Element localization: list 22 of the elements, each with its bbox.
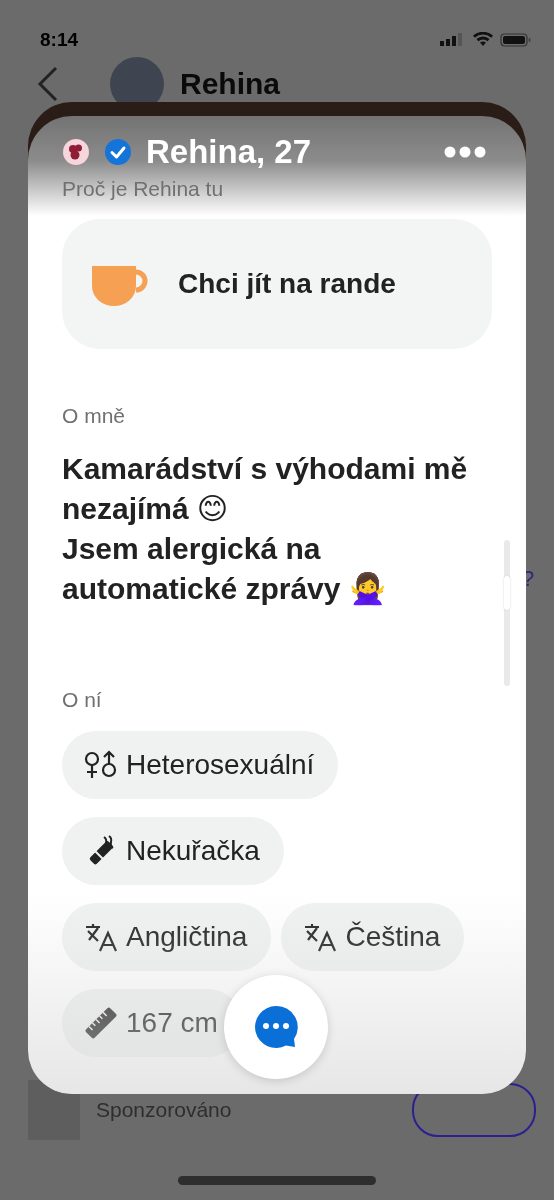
translate-icon xyxy=(303,922,338,952)
translate-icon xyxy=(84,922,118,952)
hearts-icon xyxy=(62,138,90,166)
profile-name: Rehina, 27 xyxy=(146,133,312,171)
section-heading: O ní xyxy=(62,687,103,713)
gender-symbols-icon xyxy=(84,750,118,780)
detail-chip: Angličtina xyxy=(62,903,272,971)
bio-text: Jsem alergická na automatické zprávy 🙅‍♀ xyxy=(62,531,387,608)
bio-text: Kamarádství s výhodami mě nezajímá 😊 xyxy=(62,451,469,527)
chat-title: Rehina xyxy=(180,67,281,101)
sponsored-label: Sponzorováno xyxy=(96,1098,232,1122)
detail-chip: Nekuřačka xyxy=(62,817,284,885)
detail-chip: Heterosexuální xyxy=(62,731,339,799)
section-heading: Proč je Rehina tu xyxy=(62,176,225,202)
battery-icon xyxy=(500,32,532,48)
wifi-icon xyxy=(472,32,494,48)
chat-bubble-icon xyxy=(253,1004,299,1050)
more-icon[interactable] xyxy=(444,146,486,158)
intent-label: Chci jít na rande xyxy=(178,268,396,300)
section-heading: O mně xyxy=(62,403,127,429)
detail-chip: Čeština xyxy=(281,903,465,971)
status-time: 8:14 xyxy=(40,29,79,51)
